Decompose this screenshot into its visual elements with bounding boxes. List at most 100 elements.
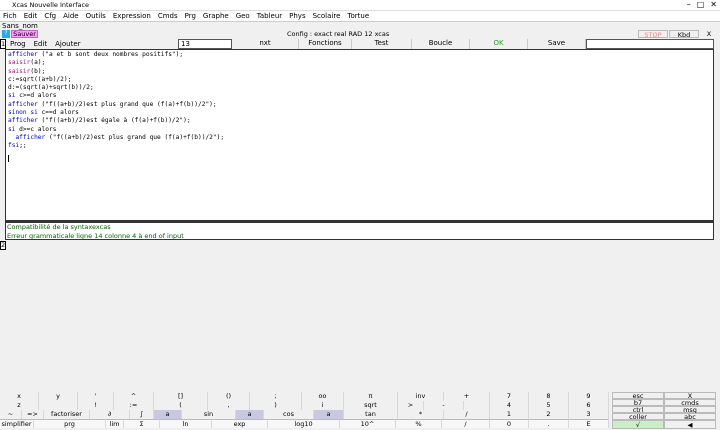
key-parens[interactable]: () (208, 392, 250, 401)
key-sqrt[interactable]: sqrt (344, 401, 398, 410)
key-power[interactable]: ^ (114, 392, 154, 401)
key-sin-alt[interactable]: a (154, 410, 182, 419)
menu-prog-edit[interactable]: Edit (34, 40, 48, 48)
key-exp[interactable]: exp (212, 419, 268, 428)
line-number-input[interactable]: 13 (178, 39, 232, 49)
keyboard-toggle-button[interactable]: Kbd (669, 30, 699, 39)
menu-cfg[interactable]: Cfg (44, 12, 56, 20)
key-open-paren[interactable]: ( (154, 401, 208, 410)
key-comma[interactable]: , (208, 401, 250, 410)
menu-ajouter[interactable]: Ajouter (55, 40, 80, 48)
key-inv[interactable]: inv (398, 392, 444, 401)
key-sum[interactable]: Σ (124, 419, 160, 428)
save-session-button[interactable]: Sauver (11, 30, 38, 38)
key-ten-power[interactable]: 10^ (340, 419, 396, 428)
key-b7[interactable]: b7 (612, 399, 664, 407)
key-cos[interactable]: cos (264, 410, 314, 419)
key-tan[interactable]: tan (344, 410, 398, 419)
key-cos-alt[interactable]: a (236, 410, 264, 419)
key-ctrl[interactable]: ctrl (612, 406, 664, 414)
key-blank[interactable] (39, 401, 78, 410)
key-semicolon[interactable]: ; (250, 392, 302, 401)
key-blank[interactable] (464, 401, 490, 410)
key-cmds[interactable]: cmds (664, 399, 716, 407)
test-button[interactable]: Test (352, 39, 412, 49)
key-2[interactable]: 2 (529, 410, 569, 419)
key-7[interactable]: 7 (490, 392, 529, 401)
menu-prog[interactable]: Prog (10, 40, 26, 48)
stop-button[interactable]: STOP (638, 30, 668, 39)
key-divide[interactable]: / (444, 410, 490, 419)
menu-expression[interactable]: Expression (113, 12, 151, 20)
key-factoriser[interactable]: factoriser (44, 410, 90, 419)
key-multiply[interactable]: * (398, 410, 444, 419)
menu-edit[interactable]: Edit (24, 12, 38, 20)
key-abc[interactable]: abc (664, 413, 716, 421)
key-3[interactable]: 3 (569, 410, 609, 419)
menu-fich[interactable]: Fich (3, 12, 17, 20)
menu-aide[interactable]: Aide (63, 12, 78, 20)
key-esc[interactable]: esc (612, 392, 664, 400)
key-lim[interactable]: lim (106, 419, 124, 428)
key-derivative[interactable]: ∂ (90, 410, 130, 419)
key-simplifier[interactable]: simplifier (0, 419, 34, 428)
key-ln[interactable]: ln (160, 419, 212, 428)
menu-scolaire[interactable]: Scolaire (313, 12, 341, 20)
level-number[interactable]: 2 (0, 241, 6, 250)
nxt-button[interactable]: nxt (232, 39, 299, 49)
key-pi[interactable]: π (344, 392, 398, 401)
key-assign[interactable]: := (114, 401, 154, 410)
key-tilde[interactable]: ~ (0, 410, 22, 419)
key-ok[interactable]: √ (612, 420, 664, 429)
key-quote[interactable]: ' (78, 392, 114, 401)
menu-cmds[interactable]: Cmds (158, 12, 178, 20)
boucle-button[interactable]: Boucle (412, 39, 470, 49)
code-area[interactable]: afficher ("a et b sont deux nombres posi… (8, 51, 224, 151)
minimize-icon[interactable]: – (687, 1, 691, 9)
key-x[interactable]: x (0, 392, 39, 401)
save-program-button[interactable]: Save (528, 39, 586, 49)
key-percent[interactable]: % (396, 419, 442, 428)
key-0[interactable]: 0 (490, 419, 529, 428)
key-close-keyboard[interactable]: X (664, 392, 716, 400)
fonctions-button[interactable]: Fonctions (299, 39, 352, 49)
key-6[interactable]: 6 (569, 401, 609, 410)
menu-graphe[interactable]: Graphe (203, 12, 229, 20)
menu-tortue[interactable]: Tortue (347, 12, 369, 20)
key-backspace[interactable]: ◀ (664, 420, 716, 429)
key-minus[interactable]: - (424, 401, 464, 410)
key-log10[interactable]: log10 (268, 419, 340, 428)
key-4[interactable]: 4 (490, 401, 529, 410)
key-5[interactable]: 5 (529, 401, 569, 410)
menu-outils[interactable]: Outils (86, 12, 106, 20)
key-dot[interactable]: . (529, 419, 569, 428)
ok-button[interactable]: OK (470, 39, 528, 49)
key-close-paren[interactable]: ) (250, 401, 302, 410)
key-i[interactable]: i (302, 401, 344, 410)
menu-geo[interactable]: Geo (236, 12, 250, 20)
key-tan-alt[interactable]: a (314, 410, 344, 419)
program-editor[interactable]: afficher ("a et b sont deux nombres posi… (5, 49, 714, 221)
key-9[interactable]: 9 (569, 392, 609, 401)
key-prg[interactable]: prg (34, 419, 106, 428)
key-greater[interactable]: > (398, 401, 424, 410)
key-z[interactable]: z (0, 401, 39, 410)
key-msg[interactable]: msg (664, 406, 716, 414)
key-brackets[interactable]: [] (154, 392, 208, 401)
menu-phys[interactable]: Phys (289, 12, 305, 20)
key-slash[interactable]: / (442, 419, 490, 428)
maximize-icon[interactable]: □ (697, 1, 705, 9)
menu-tableur[interactable]: Tableur (257, 12, 282, 20)
key-factorial[interactable]: ! (78, 401, 114, 410)
key-infinity[interactable]: oo (302, 392, 344, 401)
key-coller[interactable]: coller (612, 413, 664, 421)
key-integral[interactable]: ∫ (130, 410, 154, 419)
close-session-button[interactable]: X (703, 30, 715, 38)
help-button[interactable]: ? (2, 30, 10, 38)
key-8[interactable]: 8 (529, 392, 569, 401)
close-icon[interactable]: ✕ (710, 1, 717, 9)
program-name-input[interactable] (586, 39, 714, 49)
menu-prg[interactable]: Prg (185, 12, 196, 20)
key-plus[interactable]: + (444, 392, 490, 401)
key-sin[interactable]: sin (182, 410, 236, 419)
